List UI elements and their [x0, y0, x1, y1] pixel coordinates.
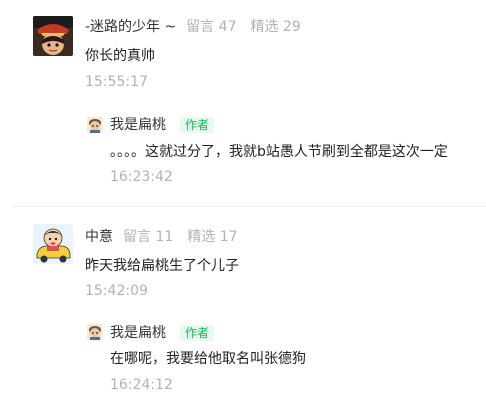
comment-divider [12, 206, 486, 207]
reply-time: 16:23:42 [110, 169, 173, 185]
cartoon-boy-in-car-avatar-icon[interactable] [33, 224, 73, 264]
author-cartoon-avatar-icon [87, 324, 103, 340]
comment-text: 昨天我给扁桃生了个儿子 [85, 258, 239, 274]
comment-meta: 中意 留言 11 精选 17 [85, 227, 238, 247]
featured-count: 精选 17 [187, 229, 238, 245]
comment-time: 15:42:09 [85, 283, 148, 299]
reply-time: 16:24:12 [110, 377, 173, 393]
commenter-nickname[interactable]: -迷路的少年 ~ [85, 19, 176, 35]
author-badge: 作者 [180, 117, 215, 133]
featured-count: 精选 29 [250, 19, 301, 35]
reply-text: 。。。。这就过分了，我就b站愚人节刷到全都是这次一定 [110, 144, 448, 160]
reply-nickname[interactable]: 我是扁桃 [110, 323, 166, 343]
reply-nickname[interactable]: 我是扁桃 [110, 115, 166, 135]
comment-text: 你长的真帅 [85, 48, 155, 64]
author-badge: 作者 [180, 325, 215, 341]
commenter-nickname[interactable]: 中意 [85, 229, 113, 245]
message-count: 留言 11 [123, 229, 174, 245]
comment-time: 15:55:17 [85, 74, 148, 90]
comment-meta: -迷路的少年 ~ 留言 47 精选 29 [85, 17, 301, 37]
anime-pirate-avatar-icon[interactable] [33, 16, 73, 56]
author-cartoon-avatar-icon [87, 117, 103, 133]
message-count: 留言 47 [186, 19, 237, 35]
reply-text: 在哪呢，我要给他取名叫张德狗 [110, 351, 306, 367]
